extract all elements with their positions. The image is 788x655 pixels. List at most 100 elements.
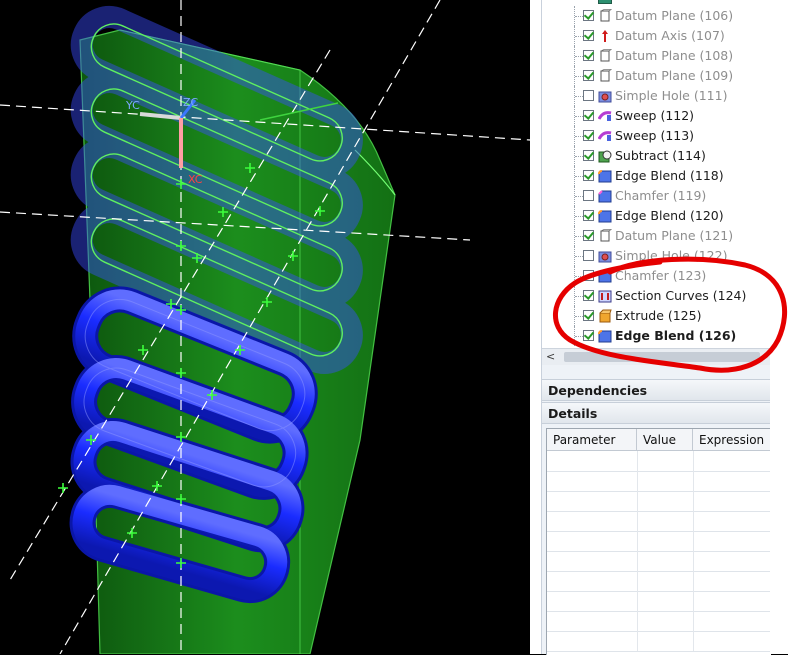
graphics-viewport[interactable]: YC ZC XC: [0, 0, 530, 654]
scroll-left-arrow[interactable]: <: [546, 349, 555, 364]
window-edge: [770, 0, 788, 654]
table-row[interactable]: [547, 611, 771, 632]
tree-horizontal-scrollbar[interactable]: <: [542, 348, 770, 365]
tree-row[interactable]: Chamfer (123): [542, 266, 770, 286]
feature-checkbox[interactable]: [583, 170, 594, 181]
feature-checkbox[interactable]: [583, 90, 594, 101]
feature-checkbox[interactable]: [583, 310, 594, 321]
chamfer-icon: [598, 189, 612, 203]
details-header[interactable]: Details: [542, 402, 770, 424]
tree-guide-branch: [575, 16, 583, 17]
feature-checkbox[interactable]: [583, 290, 594, 301]
feature-checkbox[interactable]: [583, 150, 594, 161]
column-header-value[interactable]: Value: [637, 429, 693, 451]
tree-row[interactable]: Datum Plane (109): [542, 66, 770, 86]
table-cell: [637, 451, 694, 471]
table-row[interactable]: [547, 631, 771, 652]
tree-row-label: Datum Plane (121): [615, 228, 734, 243]
tree-row-label: Simple Hole (111): [615, 88, 728, 103]
tree-row-label: Chamfer (119): [615, 188, 707, 203]
feature-tree[interactable]: Datum Plane (106) Datum Axis (107) Datum P…: [542, 0, 770, 349]
table-cell: [693, 451, 771, 471]
tree-row[interactable]: Sweep (112): [542, 106, 770, 126]
table-cell: [547, 491, 638, 511]
table-cell: [693, 491, 771, 511]
tree-guide-branch: [575, 196, 583, 197]
tree-row[interactable]: Datum Plane (121): [542, 226, 770, 246]
tree-row[interactable]: Extrude (125): [542, 306, 770, 326]
table-row[interactable]: [547, 571, 771, 592]
panel-splitter[interactable]: [530, 0, 542, 654]
tree-row-label: Sweep (113): [615, 128, 695, 143]
tree-row[interactable]: Section Curves (124): [542, 286, 770, 306]
feature-checkbox[interactable]: [583, 110, 594, 121]
feature-checkbox[interactable]: [583, 30, 594, 41]
feature-checkbox[interactable]: [583, 210, 594, 221]
sweep-icon: [597, 129, 612, 143]
table-row[interactable]: [547, 591, 771, 612]
feature-checkbox[interactable]: [583, 130, 594, 141]
datum-plane-icon: [598, 229, 613, 243]
column-header-expression[interactable]: Expression: [693, 429, 771, 451]
tree-row[interactable]: Edge Blend (126): [542, 326, 770, 346]
table-row[interactable]: [547, 451, 771, 472]
table-cell: [547, 511, 638, 531]
tree-row-label: Sweep (112): [615, 108, 695, 123]
table-row[interactable]: [547, 531, 771, 552]
table-row[interactable]: [547, 551, 771, 572]
tree-guide-branch: [575, 256, 583, 257]
tree-row-label: Edge Blend (126): [615, 328, 737, 343]
tree-row[interactable]: Chamfer (119): [542, 186, 770, 206]
table-cell: [637, 571, 694, 591]
tree-row[interactable]: Edge Blend (118): [542, 166, 770, 186]
feature-checkbox[interactable]: [583, 50, 594, 61]
column-header-parameter[interactable]: Parameter: [547, 429, 637, 451]
tree-guide-branch: [575, 276, 583, 277]
datum-plane-icon: [598, 49, 613, 63]
table-row[interactable]: [547, 491, 771, 512]
tree-row-label: Edge Blend (120): [615, 208, 724, 223]
table-cell: [547, 591, 638, 611]
tree-row[interactable]: Sweep (113): [542, 126, 770, 146]
edge-blend-icon: [598, 169, 612, 183]
simple-hole-icon: [598, 249, 612, 263]
tree-row[interactable]: Datum Axis (107): [542, 26, 770, 46]
tree-guide-branch: [575, 216, 583, 217]
scroll-thumb[interactable]: [564, 352, 760, 362]
feature-checkbox[interactable]: [583, 70, 594, 81]
tree-guide-branch: [575, 336, 583, 337]
tree-row-label: Datum Plane (108): [615, 48, 734, 63]
tree-row-label: Datum Plane (109): [615, 68, 734, 83]
sweep-icon: [597, 109, 612, 123]
feature-checkbox[interactable]: [583, 230, 594, 241]
tree-row[interactable]: Datum Plane (106): [542, 6, 770, 26]
table-cell: [693, 591, 771, 611]
tree-row[interactable]: Simple Hole (122): [542, 246, 770, 266]
tree-row[interactable]: Edge Blend (120): [542, 206, 770, 226]
tree-guide-branch: [575, 236, 583, 237]
table-cell: [547, 631, 638, 651]
tree-row-cut-top: [598, 0, 612, 4]
feature-checkbox[interactable]: [583, 330, 594, 341]
feature-checkbox[interactable]: [583, 10, 594, 21]
tree-row-label: Datum Axis (107): [615, 28, 725, 43]
section-curves-icon: [598, 289, 612, 303]
tree-row-label: Edge Blend (118): [615, 168, 724, 183]
table-cell: [637, 531, 694, 551]
table-cell: [637, 551, 694, 571]
table-row[interactable]: [547, 511, 771, 532]
table-cell: [547, 571, 638, 591]
tree-guide-branch: [575, 316, 583, 317]
tree-row[interactable]: Subtract (114): [542, 146, 770, 166]
feature-checkbox[interactable]: [583, 190, 594, 201]
table-row[interactable]: [547, 471, 771, 492]
datum-plane-icon: [598, 69, 613, 83]
tree-row-label: Extrude (125): [615, 308, 702, 323]
model-scene[interactable]: YC ZC XC: [0, 0, 530, 654]
feature-checkbox[interactable]: [583, 250, 594, 261]
table-cell: [547, 451, 638, 471]
tree-row[interactable]: Datum Plane (108): [542, 46, 770, 66]
feature-checkbox[interactable]: [583, 270, 594, 281]
dependencies-header[interactable]: Dependencies: [542, 379, 770, 401]
tree-row[interactable]: Simple Hole (111): [542, 86, 770, 106]
